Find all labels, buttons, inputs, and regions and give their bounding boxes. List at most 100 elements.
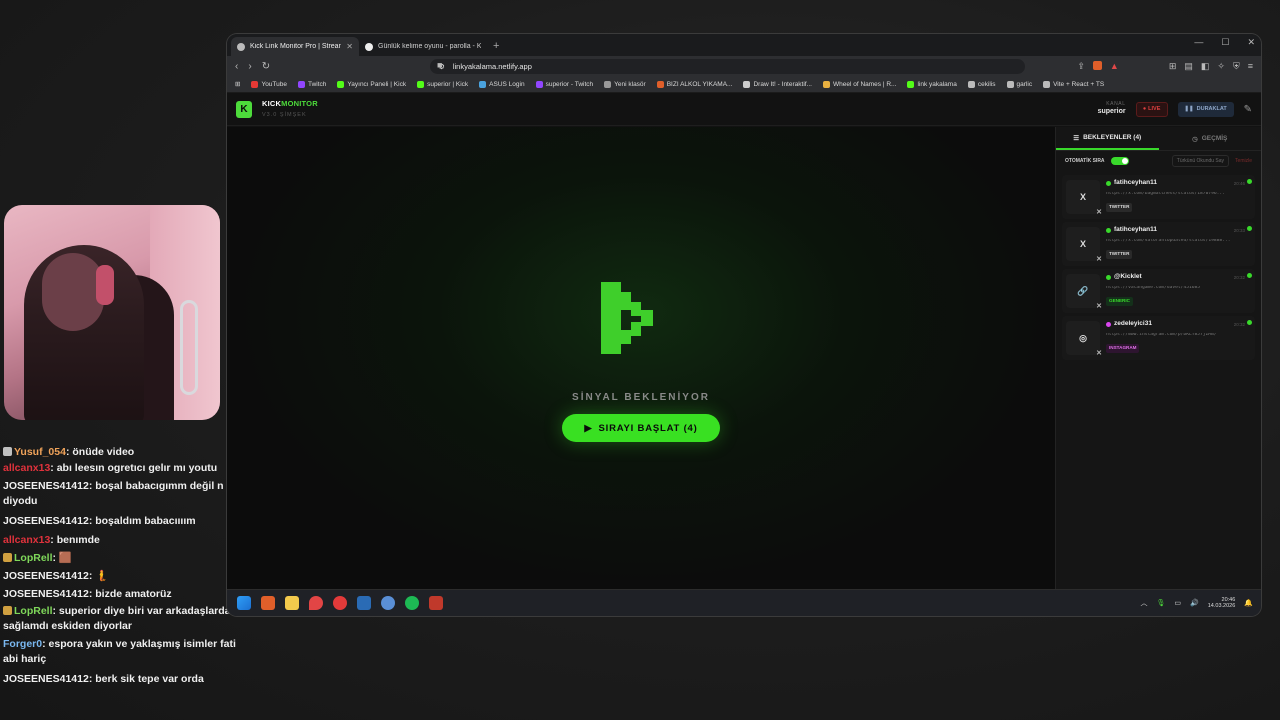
- start-queue-label: SIRAYI BAŞLAT (4): [598, 422, 698, 434]
- menu-icon[interactable]: ≡: [1248, 61, 1253, 72]
- bookmark-favicon-icon: [298, 80, 305, 88]
- live-button[interactable]: ● LIVE: [1135, 101, 1168, 117]
- clock-icon: ◷: [1192, 135, 1198, 143]
- leo-icon[interactable]: ✧: [1217, 61, 1225, 72]
- network-icon[interactable]: ▭: [1174, 599, 1181, 607]
- tab-waiting[interactable]: ☰ BEKLEYENLER (4): [1056, 127, 1159, 150]
- queue-item[interactable]: 🔗 ✕ @Kicklet https://vatangame.com/davet/45…: [1062, 269, 1255, 313]
- split-view-icon[interactable]: ◧: [1201, 61, 1210, 72]
- queue-url[interactable]: https://x.com/bagmatchess/status/1870796…: [1106, 192, 1244, 197]
- user-status-dot-icon: [1106, 274, 1111, 280]
- chat-message: JOSEENES41412: bizde amatorüz: [3, 588, 172, 601]
- bookmark-item[interactable]: ASUS Login: [479, 80, 525, 88]
- extensions-icon[interactable]: ⊞: [1169, 61, 1177, 72]
- version-label: V3.0 ŞİMŞEK: [262, 111, 307, 118]
- tab-parolla[interactable]: Günlük kelime oyunu - parolla - Kel: [359, 37, 487, 56]
- bookmark-item[interactable]: Vite + React + TS: [1043, 80, 1104, 88]
- bookmark-item[interactable]: Wheel of Names | R...: [822, 80, 896, 88]
- bookmark-item[interactable]: superior | Kick: [417, 80, 469, 88]
- volume-icon[interactable]: 🔊: [1190, 599, 1199, 607]
- file-explorer-icon[interactable]: [285, 596, 299, 610]
- bookmark-favicon-icon: [535, 80, 543, 88]
- platform-glyph: 🔗: [1077, 285, 1089, 296]
- app-blue-icon[interactable]: [381, 596, 395, 610]
- brave-shield-icon[interactable]: [1092, 60, 1102, 70]
- queue-item[interactable]: X ✕ fatihceyhan11 https://x.com/bagmatchess…: [1062, 175, 1255, 219]
- signal-stage: SİNYAL BEKLENİYOR ▶ SIRAYI BAŞLAT (4): [227, 127, 1055, 589]
- notification-bell-icon[interactable]: 🔔: [1244, 599, 1253, 607]
- start-queue-button[interactable]: ▶ SIRAYI BAŞLAT (4): [562, 414, 720, 442]
- address-bar[interactable]: ⚙ linkyakalama.netlify.app: [430, 58, 1026, 74]
- brand-monitor: MONITOR: [281, 99, 318, 108]
- maximize-icon[interactable]: ☐: [1221, 37, 1229, 48]
- browser-window: Kick Link Monitor Pro | Stream D ✕ Günlü…: [227, 34, 1261, 616]
- forward-icon[interactable]: ›: [248, 61, 251, 72]
- clock[interactable]: 20:46 14.03.2026: [1208, 597, 1236, 610]
- platform-tag: TWITTER: [1106, 203, 1133, 212]
- chat-username: JOSEENES41412: [3, 672, 89, 685]
- chat-message: LopRell: superior diye biri var arkadaşl…: [3, 604, 246, 632]
- bookmark-item[interactable]: Draw It! - Interaktif...: [743, 80, 812, 88]
- platform-icon: X ✕: [1066, 180, 1102, 216]
- status-dot-icon: [1247, 226, 1252, 231]
- vpn-icon[interactable]: ⛨: [1233, 61, 1240, 72]
- close-window-icon[interactable]: ✕: [1247, 37, 1255, 48]
- minimize-icon[interactable]: —: [1194, 37, 1203, 48]
- chat-text: 🟫: [58, 551, 72, 564]
- close-icon[interactable]: ✕: [346, 42, 353, 51]
- bookmark-favicon-icon: [967, 80, 975, 88]
- bookmark-favicon-icon: [251, 80, 259, 88]
- warning-icon[interactable]: ▲: [1110, 61, 1119, 72]
- edit-icon[interactable]: ✎: [1244, 104, 1252, 115]
- pause-label: DURAKLAT: [1196, 106, 1227, 112]
- reload-icon[interactable]: ↻: [262, 61, 270, 72]
- bookmark-item[interactable]: superior - Twitch: [535, 80, 593, 88]
- maps-pin-icon[interactable]: [309, 596, 323, 610]
- chevron-up-icon[interactable]: ︿: [1141, 598, 1148, 608]
- bookmark-label: Yayıncı Paneli | Kick: [347, 80, 407, 88]
- tab-history[interactable]: ◷ GEÇMİŞ: [1159, 127, 1262, 150]
- bookmark-item[interactable]: YouTube: [251, 80, 287, 88]
- steam-icon[interactable]: [357, 596, 371, 610]
- platform-tag: TWITTER: [1106, 250, 1133, 259]
- mark-read-button[interactable]: Türkünü Okundu Say: [1171, 155, 1230, 167]
- mic-icon[interactable]: 🎙: [1157, 599, 1166, 607]
- pause-button[interactable]: ❚❚ DURAKLAT: [1177, 101, 1234, 117]
- user-status-dot-icon: [1106, 180, 1111, 186]
- bookmark-icon[interactable]: ■: [437, 60, 442, 70]
- auto-queue-toggle[interactable]: [1110, 157, 1129, 165]
- queue-url[interactable]: https://vatangame.com/davet/451685: [1106, 286, 1244, 291]
- windows-start-icon[interactable]: [237, 596, 251, 610]
- bookmark-label: Twitch: [308, 80, 327, 88]
- queue-url[interactable]: https://x.com/ValorantUpdated/status/198…: [1106, 239, 1244, 244]
- queue-url[interactable]: https://www.instagram.com/p/DKLY8J7jZMB/: [1106, 333, 1244, 338]
- queue-item[interactable]: ◎ ✕ zedeleyici31 https://www.instagram.com/…: [1062, 316, 1255, 360]
- chat-message: JOSEENES41412: boşal babacıgımm değil n …: [3, 480, 253, 508]
- bookmark-item[interactable]: Yeni klasör: [604, 80, 646, 88]
- platform-icon: ◎ ✕: [1066, 321, 1102, 357]
- tab-kick-link-monitor[interactable]: Kick Link Monitor Pro | Stream D ✕: [231, 37, 359, 56]
- new-tab-icon[interactable]: +: [493, 40, 499, 52]
- sidebar-icon[interactable]: ▤: [1184, 61, 1193, 72]
- apps-grid-icon[interactable]: ⊞: [235, 80, 240, 88]
- platform-glyph: X: [1079, 192, 1086, 202]
- clear-button[interactable]: Temizle: [1235, 158, 1252, 164]
- brave-icon[interactable]: [261, 596, 275, 610]
- share-icon[interactable]: ⇪: [1077, 61, 1085, 72]
- bookmark-label: superior | Kick: [427, 80, 469, 88]
- app-stripes-icon[interactable]: [429, 596, 443, 610]
- bookmark-item[interactable]: BIZI ALKOL YIKAMA...: [656, 80, 732, 88]
- back-icon[interactable]: ‹: [235, 61, 238, 72]
- bookmark-item[interactable]: Twitch: [298, 80, 327, 88]
- bookmark-item[interactable]: garlic: [1006, 80, 1032, 88]
- chat-message: allcanx13: abı leesın ogretıcı gelır mı …: [3, 462, 218, 475]
- queue-time: 20:32: [1233, 275, 1245, 280]
- bookmark-item[interactable]: cekilis: [967, 80, 996, 88]
- app-red-icon[interactable]: [333, 596, 347, 610]
- chat-badge-icon: [3, 605, 12, 615]
- live-label: LIVE: [1148, 106, 1161, 112]
- spotify-icon[interactable]: [405, 596, 419, 610]
- bookmark-item[interactable]: Yayıncı Paneli | Kick: [337, 80, 407, 88]
- queue-item[interactable]: X ✕ fatihceyhan11 https://x.com/ValorantUpd…: [1062, 222, 1255, 266]
- bookmark-item[interactable]: link yakalama: [907, 80, 957, 88]
